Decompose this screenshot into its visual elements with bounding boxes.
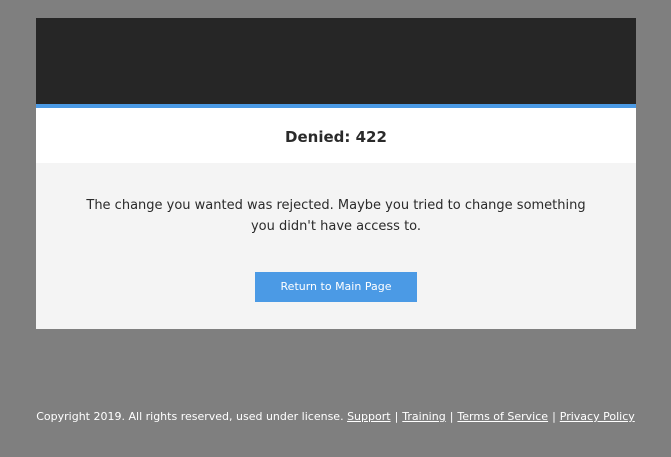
error-message: The change you wanted was rejected. Mayb… [86,198,586,234]
support-link[interactable]: Support [347,410,390,423]
privacy-policy-link[interactable]: Privacy Policy [560,410,635,423]
return-to-main-page-button[interactable]: Return to Main Page [255,272,417,302]
dialog-body: The change you wanted was rejected. Mayb… [36,195,636,302]
error-title: Denied: 422 [285,127,387,146]
dialog-header-bar [36,18,636,104]
footer-separator: | [394,410,399,423]
terms-of-service-link[interactable]: Terms of Service [457,410,548,423]
footer: Copyright 2019. All rights reserved, use… [0,410,671,423]
dialog-title-band: Denied: 422 [36,108,636,163]
training-link[interactable]: Training [402,410,445,423]
footer-separator: | [552,410,556,423]
error-dialog: Denied: 422 The change you wanted was re… [36,18,636,329]
footer-separator: | [449,410,454,423]
copyright-text: Copyright 2019. All rights reserved, use… [36,410,344,423]
